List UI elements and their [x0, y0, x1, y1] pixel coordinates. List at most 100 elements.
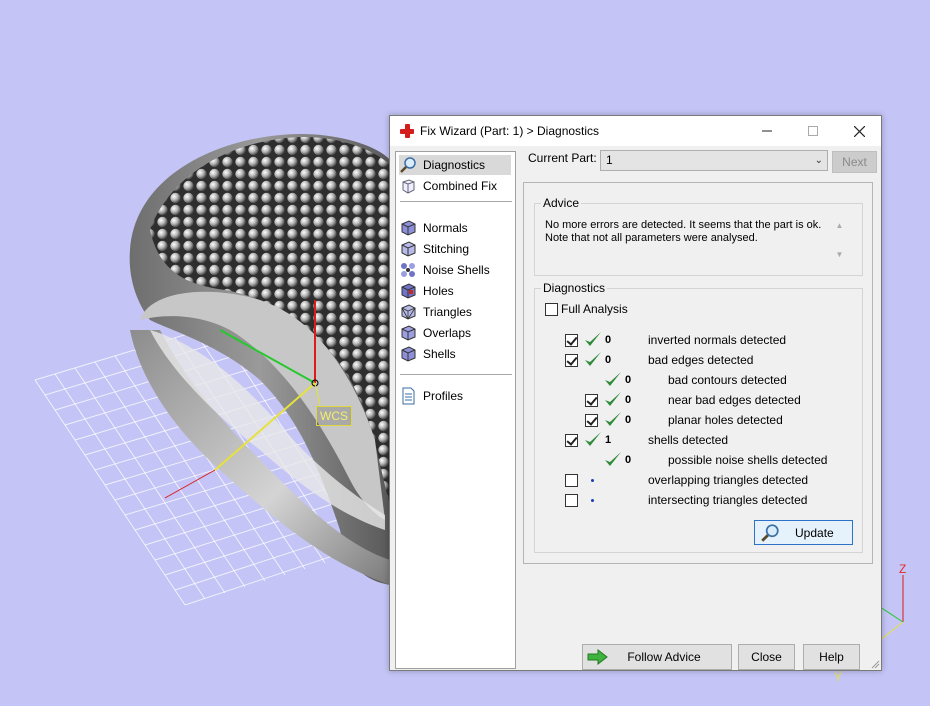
- magnifier-icon: [400, 157, 416, 173]
- nav-label: Combined Fix: [423, 179, 498, 193]
- diagnostic-label: shells detected: [648, 433, 729, 447]
- triangles-cube-icon: [401, 304, 416, 320]
- close-icon: [853, 125, 865, 137]
- nav-item-overlaps[interactable]: Overlaps: [399, 323, 511, 343]
- nav-item-combined-fix[interactable]: Combined Fix: [399, 176, 511, 196]
- diagnostic-checkbox[interactable]: [585, 394, 598, 407]
- nav-item-normals[interactable]: Normals: [399, 218, 511, 238]
- diagnostic-count: 1: [605, 434, 612, 446]
- diagnostics-page: Advice No more errors are detected. It s…: [523, 182, 873, 564]
- diagnostic-label: intersecting triangles detected: [648, 493, 808, 507]
- advice-scrollbar[interactable]: ▲ ▼: [831, 219, 848, 269]
- diagnostic-label: overlapping triangles detected: [648, 473, 809, 487]
- diagnostic-label: near bad edges detected: [668, 393, 801, 407]
- green-check-icon: [585, 352, 601, 366]
- diagnostic-checkbox[interactable]: [585, 414, 598, 427]
- wizard-nav-panel: Diagnostics Combined Fix Normals Stitchi…: [395, 151, 516, 669]
- nav-label: Stitching: [423, 242, 470, 256]
- nav-label: Overlaps: [423, 326, 472, 340]
- diagnostic-checkbox[interactable]: [565, 494, 578, 507]
- advice-line-1: No more errors are detected. It seems th…: [545, 219, 822, 231]
- maximize-icon: [808, 126, 818, 136]
- next-button[interactable]: Next: [832, 151, 877, 173]
- diagnostic-count: 0: [625, 454, 632, 466]
- diagnostic-count: 0: [625, 394, 632, 406]
- title-bar[interactable]: Fix Wizard (Part: 1) > Diagnostics: [390, 116, 881, 146]
- green-check-icon: [605, 372, 621, 386]
- diagnostic-checkbox[interactable]: [565, 434, 578, 447]
- close-button[interactable]: Close: [738, 644, 795, 670]
- current-part-select[interactable]: 1 ⌄: [600, 150, 828, 171]
- nav-separator: [400, 201, 512, 202]
- diagnostic-label: inverted normals detected: [648, 333, 787, 347]
- nav-item-holes[interactable]: Holes: [399, 281, 511, 301]
- diagnostic-checkbox[interactable]: [565, 354, 578, 367]
- diagnostic-label: possible noise shells detected: [668, 453, 828, 467]
- z-axis-label: Z: [899, 562, 907, 576]
- overlaps-cube-icon: [401, 325, 416, 341]
- nav-item-profiles[interactable]: Profiles: [399, 386, 511, 406]
- follow-advice-button[interactable]: Follow Advice: [582, 644, 732, 670]
- green-check-icon: [585, 432, 601, 446]
- nav-label: Triangles: [423, 305, 472, 319]
- holes-cube-icon: [401, 283, 416, 299]
- diagnostic-label: bad edges detected: [648, 353, 754, 367]
- diagnostics-title: Diagnostics: [541, 281, 608, 295]
- chevron-down-icon: ⌄: [814, 155, 823, 166]
- full-analysis-label: Full Analysis: [561, 302, 628, 316]
- maximize-button[interactable]: [790, 116, 836, 146]
- cube-outline-icon: [402, 179, 415, 194]
- scroll-up-icon[interactable]: ▲: [831, 221, 848, 230]
- green-check-icon: [605, 392, 621, 406]
- nav-item-triangles[interactable]: Triangles: [399, 302, 511, 322]
- noise-shells-icon: [401, 263, 415, 277]
- diagnostic-label: planar holes detected: [668, 413, 783, 427]
- nav-label: Holes: [423, 284, 454, 298]
- nav-label: Profiles: [423, 389, 464, 403]
- full-analysis-checkbox[interactable]: [545, 303, 558, 316]
- advice-group: Advice No more errors are detected. It s…: [534, 196, 863, 276]
- nav-item-noise-shells[interactable]: Noise Shells: [399, 260, 511, 280]
- nav-separator: [400, 374, 512, 375]
- document-icon: [402, 387, 415, 405]
- stitching-cube-icon: [401, 241, 416, 257]
- normals-cube-icon: [401, 220, 416, 236]
- diagnostic-count: 0: [625, 374, 632, 386]
- close-window-button[interactable]: [836, 116, 882, 146]
- follow-advice-label: Follow Advice: [627, 650, 701, 664]
- help-button[interactable]: Help: [803, 644, 860, 670]
- update-button[interactable]: Update: [754, 520, 853, 545]
- nav-item-shells[interactable]: Shells: [399, 344, 511, 364]
- nav-label: Shells: [423, 347, 456, 361]
- current-part-label: Current Part:: [528, 151, 597, 165]
- green-arrow-icon: [587, 649, 608, 665]
- diagnostic-checkbox[interactable]: [565, 334, 578, 347]
- nav-label: Noise Shells: [423, 263, 490, 277]
- dialog-title: Fix Wizard (Part: 1) > Diagnostics: [420, 124, 600, 138]
- diagnostics-group: Diagnostics Full Analysis 0 inverted norm…: [534, 281, 863, 553]
- current-part-value: 1: [606, 153, 613, 167]
- nav-label: Diagnostics: [423, 158, 486, 172]
- y-axis-label: Y: [834, 670, 843, 684]
- shells-cube-icon: [401, 346, 416, 362]
- minimize-button[interactable]: [744, 116, 790, 146]
- diagnostic-checkbox[interactable]: [565, 474, 578, 487]
- advice-title: Advice: [541, 196, 582, 210]
- red-cross-icon: [400, 124, 414, 138]
- fix-wizard-dialog: Fix Wizard (Part: 1) > Diagnostics Diagn…: [389, 115, 882, 671]
- pending-dot-icon: [591, 479, 594, 482]
- wcs-label: WCS: [316, 406, 352, 426]
- update-label: Update: [795, 526, 834, 540]
- nav-item-diagnostics[interactable]: Diagnostics: [399, 155, 511, 175]
- nav-item-stitching[interactable]: Stitching: [399, 239, 511, 259]
- green-check-icon: [605, 412, 621, 426]
- pending-dot-icon: [591, 499, 594, 502]
- magnifier-icon: [761, 523, 779, 542]
- green-check-icon: [585, 332, 601, 346]
- resize-grip-icon[interactable]: [870, 659, 880, 669]
- diagnostic-count: 0: [625, 414, 632, 426]
- minimize-icon: [762, 130, 772, 132]
- nav-label: Normals: [423, 221, 468, 235]
- diagnostic-count: 0: [605, 334, 612, 346]
- scroll-down-icon[interactable]: ▼: [831, 250, 848, 259]
